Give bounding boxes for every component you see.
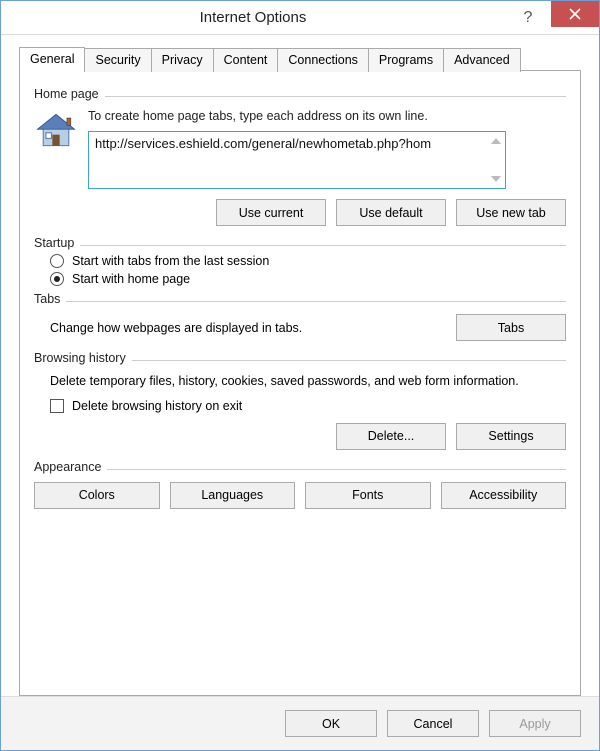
tab-security[interactable]: Security [84, 48, 151, 72]
tab-connections[interactable]: Connections [277, 48, 369, 72]
homepage-url-input[interactable]: http://services.eshield.com/general/newh… [88, 131, 506, 189]
startup-home-label: Start with home page [72, 272, 190, 286]
accessibility-button[interactable]: Accessibility [441, 482, 567, 509]
scroll-up-icon[interactable] [489, 134, 503, 148]
radio-icon [50, 254, 64, 268]
delete-on-exit-checkbox[interactable]: Delete browsing history on exit [50, 399, 566, 413]
homepage-label: Home page [34, 87, 99, 101]
content-area: General Security Privacy Content Connect… [1, 35, 599, 696]
colors-button[interactable]: Colors [34, 482, 160, 509]
close-icon [569, 8, 581, 20]
tab-panel-general: Home page To create home page tabs, type… [19, 70, 581, 696]
titlebar: Internet Options ? [1, 1, 599, 35]
delete-on-exit-label: Delete browsing history on exit [72, 399, 242, 413]
settings-button[interactable]: Settings [456, 423, 566, 450]
ok-button[interactable]: OK [285, 710, 377, 737]
checkbox-icon [50, 399, 64, 413]
tab-programs[interactable]: Programs [368, 48, 444, 72]
tab-advanced[interactable]: Advanced [443, 48, 521, 72]
home-icon [34, 109, 78, 153]
tab-strip: General Security Privacy Content Connect… [19, 47, 581, 71]
close-button[interactable] [551, 1, 599, 27]
languages-button[interactable]: Languages [170, 482, 296, 509]
appearance-label: Appearance [34, 460, 101, 474]
history-label: Browsing history [34, 351, 126, 365]
appearance-group-header: Appearance [34, 460, 566, 474]
homepage-group-header: Home page [34, 87, 566, 101]
startup-label: Startup [34, 236, 74, 250]
internet-options-dialog: Internet Options ? General Security Priv… [0, 0, 600, 751]
radio-icon [50, 272, 64, 286]
help-button[interactable]: ? [505, 5, 551, 31]
startup-radio-home-page[interactable]: Start with home page [50, 272, 566, 286]
tabs-label: Tabs [34, 292, 60, 306]
delete-button[interactable]: Delete... [336, 423, 446, 450]
window-title: Internet Options [1, 9, 505, 26]
cancel-button[interactable]: Cancel [387, 710, 479, 737]
tabs-group-header: Tabs [34, 292, 566, 306]
homepage-instruction: To create home page tabs, type each addr… [88, 109, 566, 123]
homepage-url-text: http://services.eshield.com/general/newh… [95, 136, 487, 151]
use-current-button[interactable]: Use current [216, 199, 326, 226]
use-default-button[interactable]: Use default [336, 199, 446, 226]
history-group-header: Browsing history [34, 351, 566, 365]
homepage-buttons: Use current Use default Use new tab [34, 199, 566, 226]
fonts-button[interactable]: Fonts [305, 482, 431, 509]
tab-general[interactable]: General [19, 47, 85, 71]
scroll-down-icon[interactable] [489, 172, 503, 186]
tabs-row: Change how webpages are displayed in tab… [50, 314, 566, 341]
tabs-text: Change how webpages are displayed in tab… [50, 321, 444, 335]
startup-group-header: Startup [34, 236, 566, 250]
appearance-buttons: Colors Languages Fonts Accessibility [34, 482, 566, 509]
history-buttons: Delete... Settings [34, 423, 566, 450]
tab-content[interactable]: Content [213, 48, 279, 72]
tabs-button[interactable]: Tabs [456, 314, 566, 341]
history-text: Delete temporary files, history, cookies… [50, 373, 566, 391]
startup-last-label: Start with tabs from the last session [72, 254, 269, 268]
homepage-body: To create home page tabs, type each addr… [34, 109, 566, 189]
startup-radio-last-session[interactable]: Start with tabs from the last session [50, 254, 566, 268]
apply-button[interactable]: Apply [489, 710, 581, 737]
use-new-tab-button[interactable]: Use new tab [456, 199, 566, 226]
action-bar: OK Cancel Apply [1, 696, 599, 750]
tab-privacy[interactable]: Privacy [151, 48, 214, 72]
